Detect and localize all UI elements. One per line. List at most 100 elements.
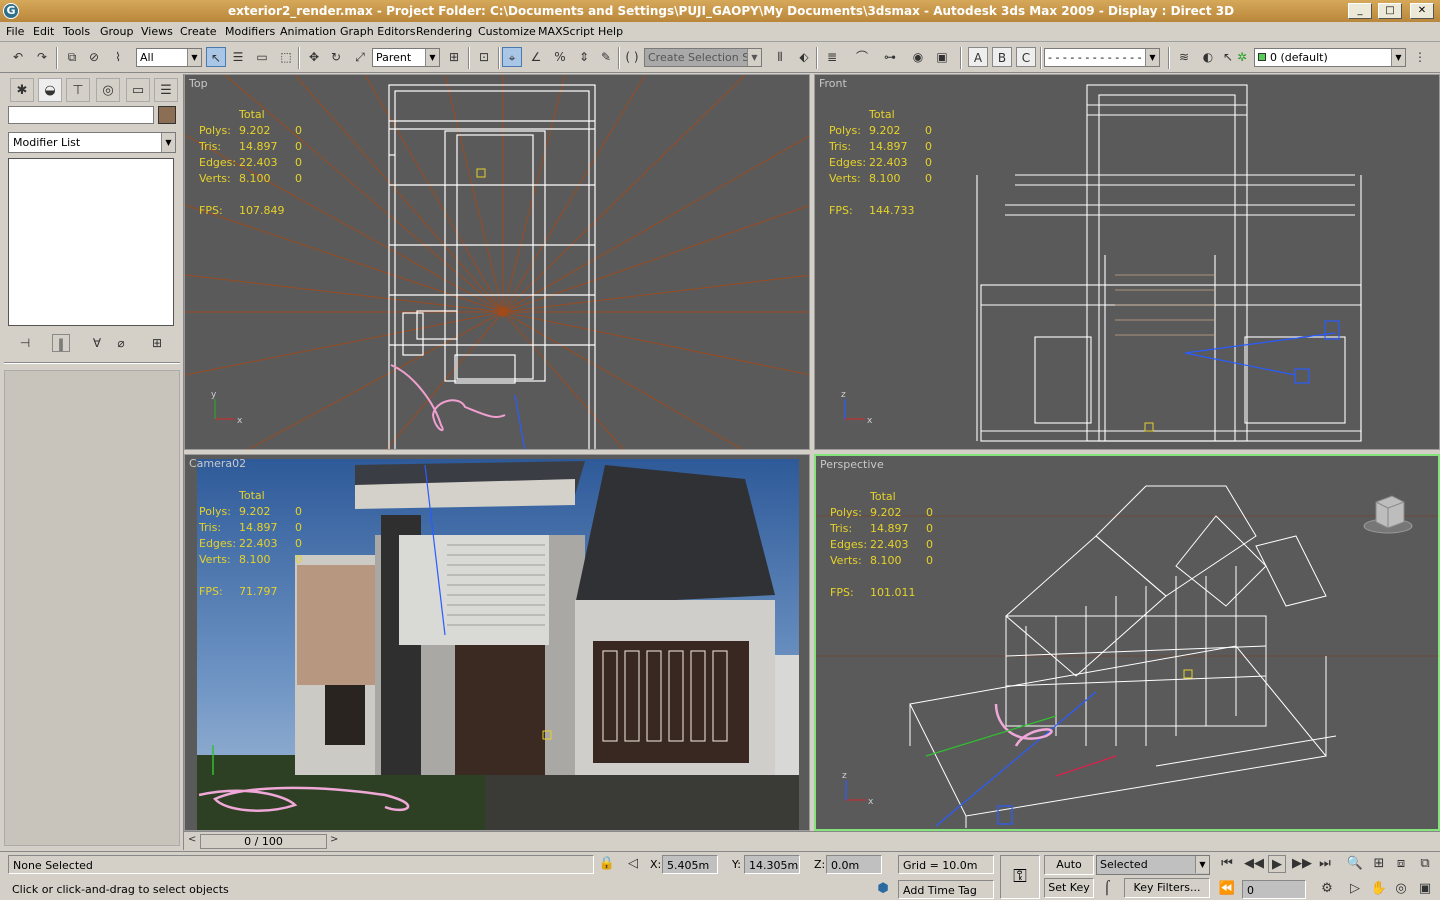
viewport-top[interactable]: y x Top Total Polys: 9.202 0 Tris: 14.897 0 … [184, 74, 810, 450]
key-filters-button[interactable]: Key Filters... [1124, 878, 1210, 898]
select-by-name-icon[interactable]: ☰ [228, 47, 248, 67]
layers-icon[interactable]: ≋ [1174, 47, 1194, 67]
minimize-button[interactable]: _ [1348, 3, 1372, 19]
time-slider[interactable]: < 0 / 100 > [184, 831, 1440, 851]
abc-c-button[interactable]: C [1016, 47, 1036, 67]
curve-editor-icon[interactable]: ⌒ [852, 47, 872, 67]
pin-stack-icon[interactable]: ⊣ [16, 334, 34, 352]
make-unique-icon[interactable]: ∀ [88, 334, 106, 352]
rectangular-selection-icon[interactable]: ▭ [252, 47, 272, 67]
selection-filter-dropdown[interactable]: All ▼ [136, 48, 202, 67]
time-slider-thumb[interactable]: 0 / 100 [200, 834, 327, 849]
modifier-list-dropdown[interactable]: Modifier List ▼ [8, 132, 176, 153]
add-time-tag-button[interactable]: Add Time Tag [898, 880, 994, 899]
viewport-camera[interactable]: Camera02 Total Polys: 9.202 0 Tris: 14.897 0… [184, 454, 810, 831]
viewcube-icon[interactable] [1362, 492, 1414, 536]
menu-help[interactable]: Help [598, 25, 623, 38]
menu-edit[interactable]: Edit [33, 25, 54, 38]
menu-maxscript[interactable]: MAXScript [538, 25, 594, 38]
key-mode-dropdown[interactable]: Selected ▼ [1096, 855, 1210, 875]
layer-options-icon[interactable]: ⋮ [1410, 47, 1430, 67]
select-and-move-icon[interactable]: ✥ [304, 47, 324, 67]
abc-a-button[interactable]: A [968, 47, 988, 67]
select-and-scale-icon[interactable]: ⤢ [350, 47, 370, 67]
manipulate-icon[interactable]: ⊡ [474, 47, 494, 67]
menu-animation[interactable]: Animation [280, 25, 336, 38]
create-tab-icon[interactable]: ✱ [10, 78, 34, 102]
time-slider-prev-button[interactable]: < [188, 834, 196, 845]
select-and-rotate-icon[interactable]: ↻ [326, 47, 346, 67]
viewport-perspective[interactable]: z x Perspective Total Polys: 9.202 0 Tris:… [814, 454, 1440, 831]
named-selection-set-dropdown[interactable]: Create Selection Se ▼ [644, 48, 762, 67]
modify-tab-icon[interactable]: ◒ [38, 78, 62, 102]
next-frame-icon[interactable]: ▶▶ [1292, 855, 1312, 873]
hierarchy-tab-icon[interactable]: ⊤ [66, 78, 90, 102]
viewport-label[interactable]: Top [189, 77, 208, 90]
menu-views[interactable]: Views [141, 25, 173, 38]
pan-view-icon[interactable]: ✋ [1370, 880, 1388, 898]
y-coordinate-field[interactable]: 14.305m [744, 855, 800, 874]
zoom-extents-icon[interactable]: ⧈ [1392, 855, 1410, 873]
auto-key-button[interactable]: Auto Key [1044, 855, 1094, 889]
undo-icon[interactable]: ↶ [8, 47, 28, 67]
select-object-icon[interactable]: ↖ [206, 47, 226, 67]
object-color-swatch[interactable] [158, 106, 176, 124]
app-icon[interactable]: G [3, 3, 19, 19]
zoom-all-icon[interactable]: ⊞ [1370, 855, 1388, 873]
percent-snap-icon[interactable]: % [550, 47, 570, 67]
reference-coordinate-dropdown[interactable]: Parent ▼ [372, 48, 440, 67]
time-slider-next-button[interactable]: > [330, 834, 338, 845]
mirror-icon[interactable]: ⫴ [770, 47, 790, 67]
angle-snap-icon[interactable]: ∠ [526, 47, 546, 67]
close-button[interactable]: ✕ [1410, 3, 1434, 19]
maximize-viewport-icon[interactable]: ▣ [1416, 880, 1434, 898]
time-configuration-icon[interactable]: ⚙ [1318, 880, 1336, 898]
menu-graph-editors[interactable]: Graph Editors [340, 25, 416, 38]
edit-named-selection-icon[interactable]: ✎ [596, 47, 616, 67]
object-name-field[interactable] [8, 106, 154, 124]
menu-file[interactable]: File [6, 25, 24, 38]
layer-manager-icon[interactable]: ≣ [822, 47, 842, 67]
zoom-icon[interactable]: 🔍 [1346, 855, 1364, 873]
display-tab-icon[interactable]: ▭ [126, 78, 150, 102]
menu-create[interactable]: Create [180, 25, 217, 38]
utilities-tab-icon[interactable]: ☰ [154, 78, 178, 102]
time-tag-icon[interactable]: ⬢ [874, 880, 892, 898]
freeze-icon[interactable]: ✲ [1232, 47, 1252, 67]
menu-tools[interactable]: Tools [63, 25, 90, 38]
absolute-mode-icon[interactable]: ◁ [624, 855, 642, 873]
select-and-link-icon[interactable]: ⧉ [62, 47, 82, 67]
viewport-label[interactable]: Camera02 [189, 457, 246, 470]
named-selection-icon[interactable]: ( ) [622, 47, 642, 67]
current-frame-field[interactable]: 0 [1242, 880, 1306, 899]
current-layer-dropdown[interactable]: 0 (default) ▼ [1254, 48, 1406, 67]
remove-modifier-icon[interactable]: ⌀ [112, 334, 130, 352]
z-coordinate-field[interactable]: 0.0m [826, 855, 882, 874]
pivot-center-icon[interactable]: ⊞ [444, 47, 464, 67]
bind-space-warp-icon[interactable]: ⌇ [108, 47, 128, 67]
show-end-result-icon[interactable]: ‖ [52, 334, 70, 352]
default-tangent-icon[interactable]: ⌠ [1098, 880, 1116, 898]
viewport-front[interactable]: z x Front Total Polys: 9.202 0 Tris: 14.897… [814, 74, 1440, 450]
layer-dropdown[interactable]: - - - - - - - - - - - - - - ▼ [1044, 48, 1160, 67]
set-key-button[interactable]: Set Key [1044, 878, 1094, 898]
eye-icon[interactable]: ◐ [1198, 47, 1218, 67]
field-of-view-icon[interactable]: ▷ [1346, 880, 1364, 898]
lock-selection-icon[interactable]: 🔒 [598, 855, 616, 873]
key-mode-toggle-icon[interactable]: ⏪ [1218, 880, 1236, 898]
configure-modifier-sets-icon[interactable]: ⊞ [148, 334, 166, 352]
play-icon[interactable]: ▶ [1268, 855, 1286, 873]
viewport-label[interactable]: Perspective [820, 458, 884, 471]
spinner-snap-icon[interactable]: ⇕ [574, 47, 594, 67]
menu-group[interactable]: Group [100, 25, 134, 38]
unlink-icon[interactable]: ⊘ [84, 47, 104, 67]
previous-frame-icon[interactable]: ◀◀ [1244, 855, 1264, 873]
align-icon[interactable]: ⬖ [794, 47, 814, 67]
schematic-view-icon[interactable]: ⊶ [880, 47, 900, 67]
key-icon[interactable]: ⚿ [1000, 855, 1040, 899]
motion-tab-icon[interactable]: ◎ [96, 78, 120, 102]
zoom-extents-all-icon[interactable]: ⧉ [1416, 855, 1434, 873]
abc-b-button[interactable]: B [992, 47, 1012, 67]
orbit-icon[interactable]: ◎ [1392, 880, 1410, 898]
snaps-toggle-icon[interactable]: ⌖ [502, 47, 522, 67]
